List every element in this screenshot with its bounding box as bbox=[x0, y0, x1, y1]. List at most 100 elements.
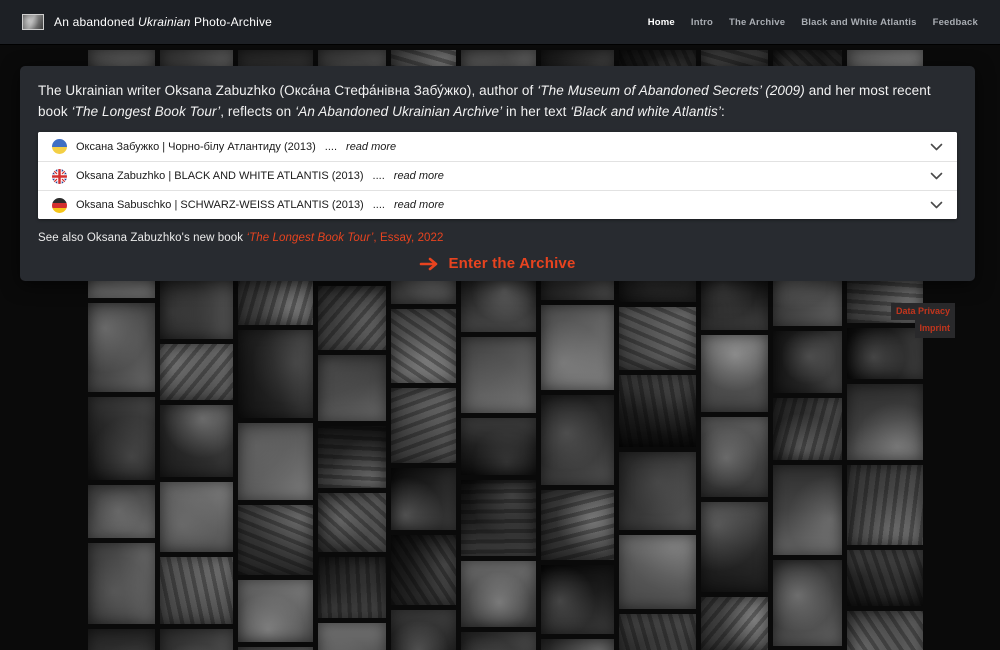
site-title-prefix: An abandoned bbox=[54, 15, 138, 29]
uk-flag-icon bbox=[52, 169, 67, 184]
photo-thumbnail[interactable] bbox=[619, 307, 696, 370]
photo-thumbnail[interactable] bbox=[160, 344, 233, 400]
photo-thumbnail[interactable] bbox=[160, 482, 233, 552]
photo-thumbnail[interactable] bbox=[160, 273, 233, 339]
photo-thumbnail[interactable] bbox=[619, 452, 696, 530]
photo-thumbnail[interactable] bbox=[238, 274, 313, 325]
page: { "header": { "title_prefix": "An abando… bbox=[0, 0, 1000, 650]
photo-thumbnail[interactable] bbox=[391, 388, 456, 463]
intro-text: The Ukrainian writer Oksana Zabuzhko (Ок… bbox=[38, 80, 957, 122]
photo-thumbnail[interactable] bbox=[88, 485, 155, 538]
accordion-row-2[interactable]: Oksana Zabuzhko | BLACK AND WHITE ATLANT… bbox=[38, 161, 957, 190]
site-title-suffix: Photo-Archive bbox=[191, 15, 273, 29]
intro-text-segment: The Ukrainian writer Oksana Zabuzhko (Ок… bbox=[38, 83, 537, 98]
photo-thumbnail[interactable] bbox=[318, 623, 386, 650]
accordion-row-1[interactable]: Оксана Забужко | Чорно-білу Атлантиду (2… bbox=[38, 132, 957, 161]
photo-thumbnail[interactable] bbox=[318, 426, 386, 488]
photo-thumbnail[interactable] bbox=[318, 355, 386, 421]
photo-thumbnail[interactable] bbox=[461, 337, 536, 413]
accordion-row-label: Oksana Sabuschko | SCHWARZ-WEISS ATLANTI… bbox=[76, 199, 364, 211]
see-also-book-link[interactable]: ‘The Longest Book Tour’ bbox=[246, 232, 373, 244]
photo-thumbnail[interactable] bbox=[238, 580, 313, 642]
photo-thumbnail[interactable] bbox=[701, 335, 768, 412]
photo-thumbnail[interactable] bbox=[619, 614, 696, 650]
photo-thumbnail[interactable] bbox=[461, 561, 536, 627]
side-link-imprint[interactable]: Imprint bbox=[915, 320, 956, 337]
photo-thumbnail[interactable] bbox=[701, 502, 768, 592]
read-more-link[interactable]: read more bbox=[346, 141, 396, 153]
side-link-data-privacy[interactable]: Data Privacy bbox=[891, 303, 955, 320]
chevron-down-icon bbox=[930, 201, 943, 209]
accordion-row-3[interactable]: Oksana Sabuschko | SCHWARZ-WEISS ATLANTI… bbox=[38, 190, 957, 219]
germany-flag-icon bbox=[52, 198, 67, 213]
photo-thumbnail[interactable] bbox=[847, 611, 923, 650]
photo-thumbnail[interactable] bbox=[541, 395, 614, 485]
photo-thumbnail[interactable] bbox=[701, 417, 768, 497]
ukraine-flag-icon bbox=[52, 139, 67, 154]
photo-thumbnail[interactable] bbox=[238, 330, 313, 418]
photo-thumbnail[interactable] bbox=[160, 405, 233, 477]
photo-thumbnail[interactable] bbox=[773, 560, 842, 646]
photo-thumbnail[interactable] bbox=[541, 639, 614, 650]
accordion-row-dots: .... bbox=[325, 141, 337, 153]
photo-thumbnail[interactable] bbox=[773, 465, 842, 555]
photo-thumbnail[interactable] bbox=[461, 632, 536, 650]
site-title: An abandoned Ukrainian Photo-Archive bbox=[54, 15, 272, 29]
photo-thumbnail[interactable] bbox=[847, 465, 923, 545]
photo-thumbnail[interactable] bbox=[318, 286, 386, 350]
photo-thumbnail[interactable] bbox=[391, 468, 456, 530]
enter-archive-label: Enter the Archive bbox=[448, 255, 575, 272]
chevron-down-icon bbox=[930, 172, 943, 180]
photo-thumbnail[interactable] bbox=[701, 597, 768, 650]
photo-thumbnail[interactable] bbox=[238, 423, 313, 500]
enter-archive-button[interactable]: Enter the Archive bbox=[38, 255, 957, 272]
photo-thumbnail[interactable] bbox=[160, 629, 233, 650]
photo-thumbnail[interactable] bbox=[88, 543, 155, 624]
accordion-row-label: Оксана Забужко | Чорно-білу Атлантиду (2… bbox=[76, 141, 316, 153]
photo-thumbnail[interactable] bbox=[88, 629, 155, 650]
photo-thumbnail[interactable] bbox=[701, 274, 768, 330]
photo-thumbnail[interactable] bbox=[847, 550, 923, 606]
photo-thumbnail[interactable] bbox=[847, 384, 923, 460]
photo-thumbnail[interactable] bbox=[391, 610, 456, 650]
photo-thumbnail[interactable] bbox=[541, 565, 614, 634]
intro-text-segment: : bbox=[721, 104, 725, 119]
photo-thumbnail[interactable] bbox=[619, 375, 696, 447]
photo-thumbnail[interactable] bbox=[461, 480, 536, 556]
nav-item-black-and-white-atlantis[interactable]: Black and White Atlantis bbox=[801, 17, 916, 28]
nav-item-feedback[interactable]: Feedback bbox=[933, 17, 978, 28]
see-also-tail: , Essay, 2022 bbox=[373, 232, 443, 244]
photo-thumbnail[interactable] bbox=[318, 557, 386, 618]
photo-thumbnail[interactable] bbox=[461, 418, 536, 475]
intro-text-segment: ‘An Abandoned Ukrainian Archive’ bbox=[295, 104, 502, 119]
photo-thumbnail[interactable] bbox=[541, 490, 614, 560]
accordion-row-label: Oksana Zabuzhko | BLACK AND WHITE ATLANT… bbox=[76, 170, 364, 182]
photo-thumbnail[interactable] bbox=[238, 505, 313, 575]
photo-thumbnail[interactable] bbox=[160, 557, 233, 624]
accordion: Оксана Забужко | Чорно-білу Атлантиду (2… bbox=[38, 132, 957, 219]
intro-text-segment: ‘The Longest Book Tour’ bbox=[72, 104, 221, 119]
photo-thumbnail[interactable] bbox=[773, 331, 842, 393]
intro-text-segment: ‘The Museum of Abandoned Secrets’ (2009) bbox=[537, 83, 805, 98]
nav-item-intro[interactable]: Intro bbox=[691, 17, 713, 28]
photo-thumbnail[interactable] bbox=[88, 303, 155, 392]
see-also-line: See also Oksana Zabuzhko's new book ‘The… bbox=[38, 232, 957, 244]
intro-text-segment: , reflects on bbox=[220, 104, 295, 119]
nav-item-the-archive[interactable]: The Archive bbox=[729, 17, 785, 28]
photo-thumbnail[interactable] bbox=[541, 305, 614, 390]
photo-thumbnail[interactable] bbox=[391, 535, 456, 605]
nav-item-home[interactable]: Home bbox=[648, 17, 675, 28]
photo-thumbnail[interactable] bbox=[391, 309, 456, 383]
site-title-italic: Ukrainian bbox=[138, 15, 191, 29]
intro-text-segment: in her text bbox=[502, 104, 570, 119]
photo-thumbnail[interactable] bbox=[318, 493, 386, 552]
site-logo-icon[interactable] bbox=[22, 14, 44, 30]
photo-thumbnail[interactable] bbox=[773, 398, 842, 460]
read-more-link[interactable]: read more bbox=[394, 199, 444, 211]
header-nav: Home Intro The Archive Black and White Atla… bbox=[648, 17, 978, 28]
photo-thumbnail[interactable] bbox=[619, 535, 696, 609]
photo-thumbnail[interactable] bbox=[88, 397, 155, 480]
header: An abandoned Ukrainian Photo-Archive Hom… bbox=[0, 0, 1000, 45]
chevron-down-icon bbox=[930, 143, 943, 151]
read-more-link[interactable]: read more bbox=[394, 170, 444, 182]
